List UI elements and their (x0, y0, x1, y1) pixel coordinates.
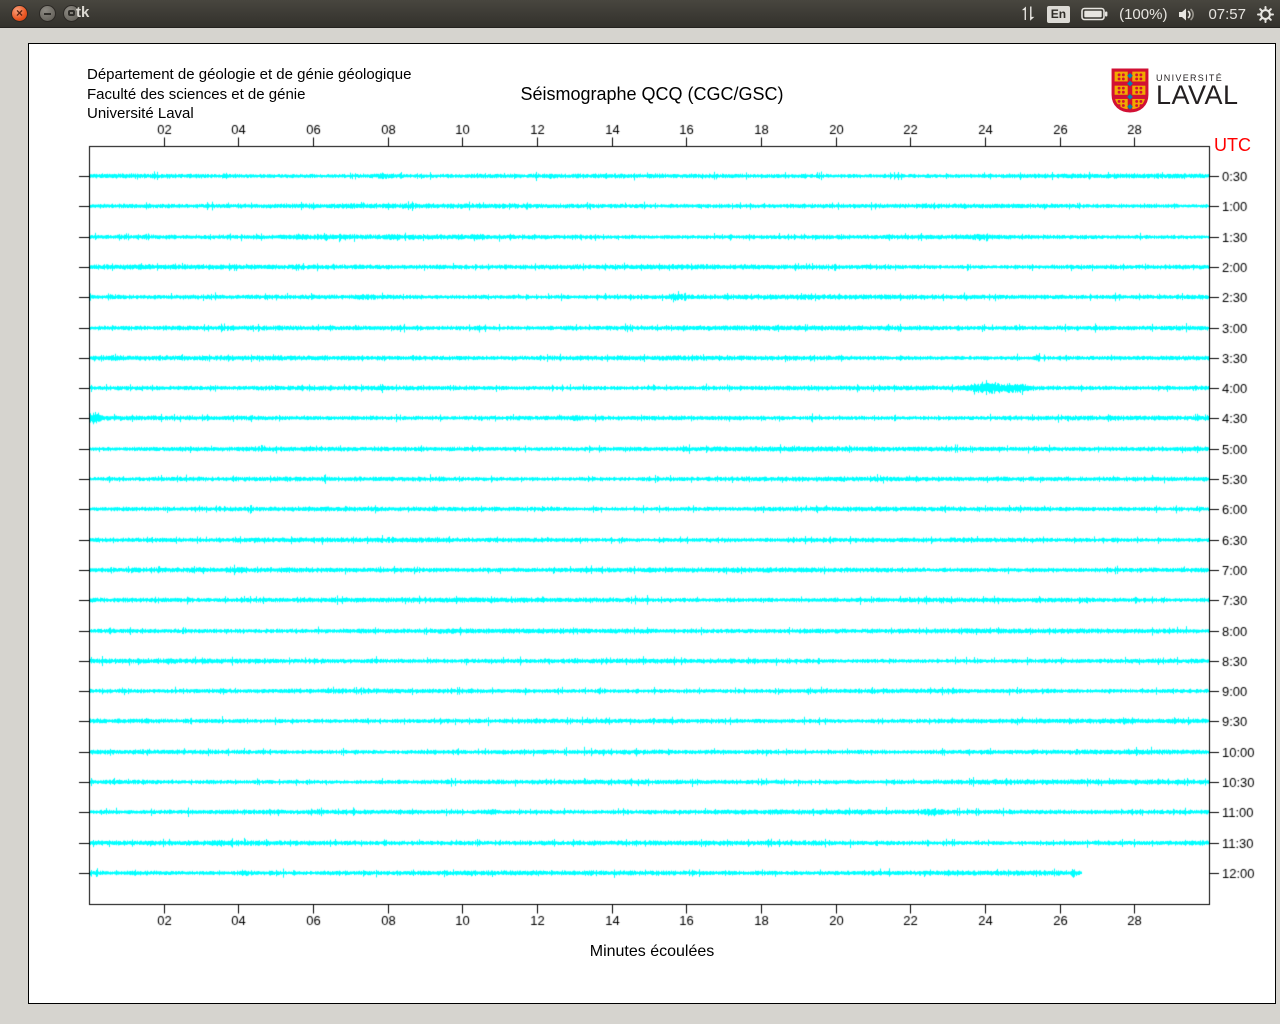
maximize-icon (68, 10, 75, 16)
close-button[interactable]: × (11, 5, 28, 22)
utc-label: UTC (1214, 135, 1251, 155)
x-axis-label: Minutes écoulées (589, 943, 715, 960)
window-title: tk (76, 4, 90, 21)
battery-percent: (100%) (1119, 5, 1168, 23)
top-panel: × tk En (100%) 07:57 (0, 0, 1280, 28)
seismograph-window: Département de géologie et de génie géol… (28, 43, 1276, 1004)
laval-logo: UNIVERSITÉ LAVAL (1111, 68, 1239, 113)
header-line-1: Département de géologie et de génie géol… (87, 66, 412, 83)
updown-arrows-icon[interactable] (1021, 6, 1036, 22)
session-gear-icon[interactable] (1257, 5, 1274, 23)
minimize-button[interactable] (39, 5, 56, 22)
laval-wordmark-line2: LAVAL (1156, 80, 1239, 110)
keyboard-layout-indicator[interactable]: En (1046, 5, 1071, 23)
laval-shield-icon (1111, 68, 1149, 113)
battery-icon[interactable] (1081, 7, 1108, 21)
header-line-3: Université Laval (87, 105, 194, 122)
seismogram-plot-canvas (29, 44, 1275, 1003)
page-title: Séismographe QCQ (CGC/GSC) (520, 84, 784, 104)
clock[interactable]: 07:57 (1208, 6, 1246, 23)
minimize-icon (44, 13, 51, 15)
laval-wordmark: UNIVERSITÉ LAVAL (1156, 68, 1239, 110)
volume-icon[interactable] (1178, 7, 1197, 22)
panel-indicators: En (100%) 07:57 (1021, 0, 1274, 28)
